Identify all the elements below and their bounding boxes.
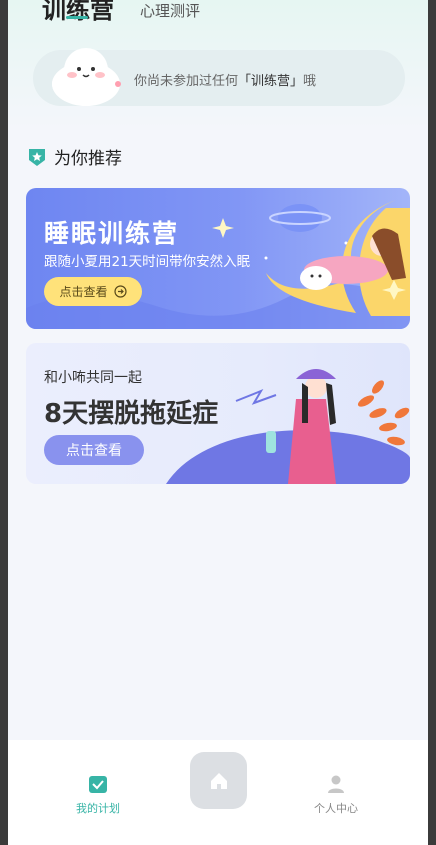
notice-text: 你尚未参加过任何「训练营」哦 — [134, 70, 316, 89]
bottom-nav-bar: 我的计划 个人中心 — [8, 740, 428, 845]
sleep-card-title: 睡眠训练营 — [44, 219, 180, 248]
tab-psych-test[interactable]: 心理测评 — [140, 0, 200, 25]
recommend-section-title: 为你推荐 — [28, 144, 122, 169]
arrow-right-circle-icon — [113, 285, 127, 298]
person-icon — [328, 775, 344, 793]
sleep-card-subtitle: 跟随小夏用21天时间带你安然入眠 — [44, 254, 251, 270]
app-screen: 训练营 心理测评 你尚未参加过任何「训练营」哦 为你推荐 睡眠训练营 跟随小夏用… — [8, 0, 428, 845]
procrastination-card-title: 8天摆脱拖延症 — [44, 399, 219, 429]
sleep-camp-card[interactable]: 睡眠训练营 跟随小夏用21天时间带你安然入眠 点击查看 — [26, 188, 410, 329]
nav-item-home[interactable] — [190, 752, 247, 809]
sleep-view-button[interactable]: 点击查看 — [44, 277, 142, 306]
top-tabs: 训练营 心理测评 — [42, 0, 200, 25]
nav-label-profile: 个人中心 — [314, 802, 358, 815]
star-badge-icon — [29, 148, 45, 166]
notice-prefix: 你尚未参加过任何 — [134, 74, 239, 89]
nav-item-my-plan[interactable]: 我的计划 — [76, 774, 120, 816]
sleep-view-button-label: 点击查看 — [59, 285, 108, 299]
procrastination-view-button[interactable]: 点击查看 — [44, 435, 144, 465]
notice-highlight: 「训练营」 — [238, 74, 304, 89]
nav-item-profile[interactable]: 个人中心 — [314, 774, 358, 816]
nav-label-my-plan: 我的计划 — [76, 802, 120, 815]
procrastination-card-subtitle: 和小咘共同一起 — [44, 370, 142, 386]
cloud-mascot-icon — [52, 48, 121, 106]
home-icon — [210, 772, 227, 789]
active-tab-indicator — [66, 16, 88, 19]
notice-suffix: 哦 — [303, 74, 317, 89]
section-title-label: 为你推荐 — [54, 149, 122, 169]
tab-training-camp[interactable]: 训练营 — [42, 0, 114, 25]
procrastination-camp-card[interactable]: 和小咘共同一起 8天摆脱拖延症 点击查看 — [26, 343, 410, 484]
plan-check-icon — [89, 776, 107, 793]
procrastination-view-button-label: 点击查看 — [66, 443, 122, 459]
